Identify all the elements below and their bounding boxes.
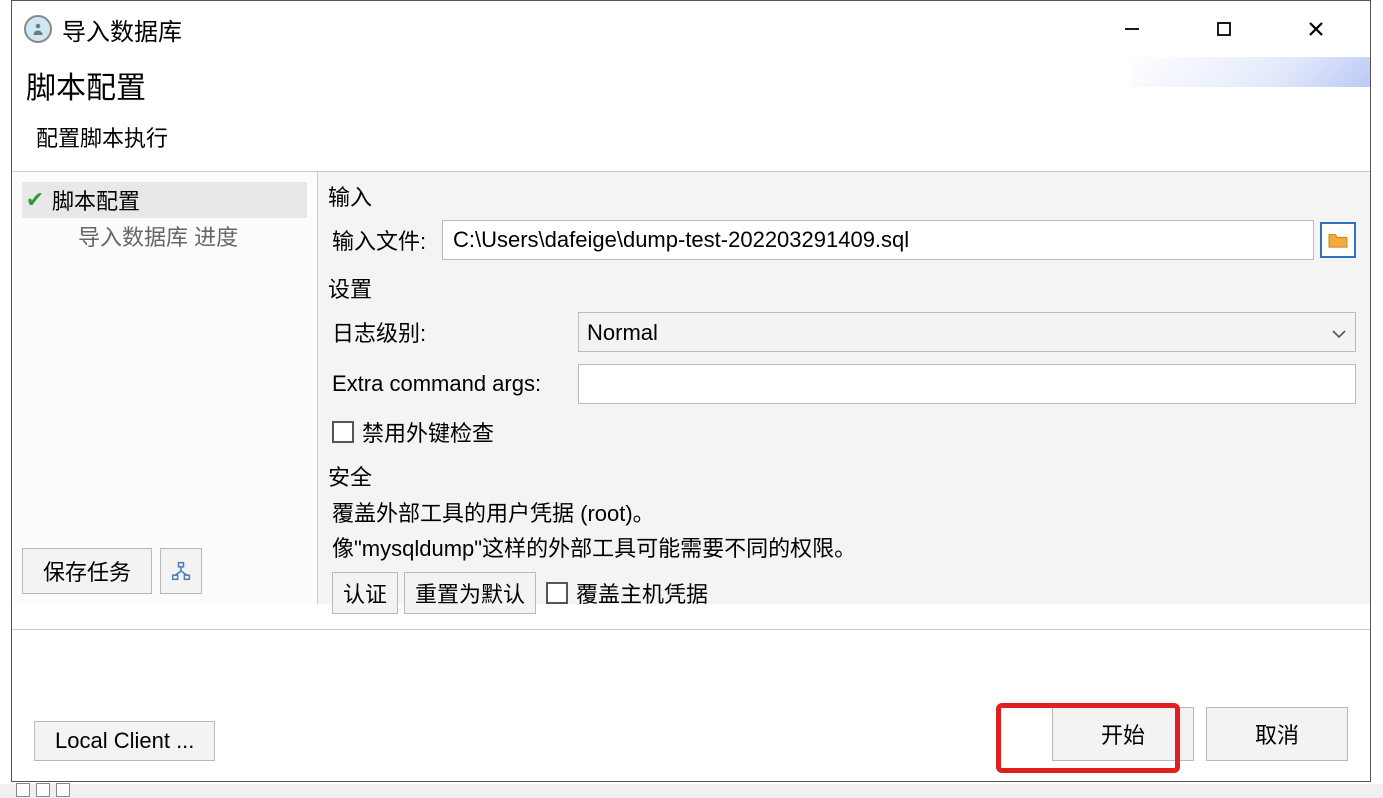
- save-task-label: 保存任务: [43, 555, 131, 587]
- background-strip: [0, 784, 1383, 798]
- config-content: 输入 输入文件: 设置 日志级别: Norma: [318, 172, 1370, 604]
- local-client-label: Local Client ...: [55, 728, 194, 754]
- security-description: 覆盖外部工具的用户凭据 (root)。 像"mysqldump"这样的外部工具可…: [326, 494, 1362, 572]
- sidebar-item-label: 导入数据库 进度: [78, 220, 238, 252]
- input-file-label: 输入文件:: [332, 224, 442, 256]
- titlebar: 导入数据库: [12, 1, 1370, 57]
- window-controls: [1086, 4, 1362, 54]
- dialog-footer: Local Client ... 开始 取消: [12, 629, 1370, 781]
- disable-fk-label: 禁用外键检查: [362, 416, 494, 448]
- folder-icon: [1327, 231, 1349, 249]
- page-title: 脚本配置: [26, 63, 1356, 107]
- save-task-button[interactable]: 保存任务: [22, 548, 152, 594]
- extra-args-field[interactable]: [578, 364, 1356, 404]
- security-line2: 像"mysqldump"这样的外部工具可能需要不同的权限。: [332, 531, 1356, 566]
- page-subtitle: 配置脚本执行: [36, 121, 1356, 153]
- settings-group-title: 设置: [328, 272, 1362, 304]
- log-level-row: 日志级别: Normal: [326, 306, 1362, 358]
- auth-button-label: 认证: [343, 577, 387, 609]
- app-icon: [24, 15, 52, 43]
- sidebar-item-label: 脚本配置: [52, 184, 140, 216]
- window-title: 导入数据库: [62, 12, 182, 47]
- security-line1: 覆盖外部工具的用户凭据 (root)。: [332, 496, 1356, 531]
- flow-icon: [171, 561, 191, 581]
- extra-args-row: Extra command args:: [326, 358, 1362, 410]
- close-button[interactable]: [1270, 4, 1362, 54]
- reset-default-label: 重置为默认: [415, 577, 525, 609]
- sidebar-item-import-progress[interactable]: 导入数据库 进度: [22, 218, 307, 254]
- maximize-button[interactable]: [1178, 4, 1270, 54]
- browse-file-button[interactable]: [1320, 222, 1356, 258]
- security-actions: 认证 重置为默认 覆盖主机凭据: [326, 572, 1362, 622]
- override-host-label: 覆盖主机凭据: [576, 577, 708, 609]
- checkbox-box: [546, 582, 568, 604]
- cancel-button[interactable]: 取消: [1206, 707, 1348, 761]
- input-group-title: 输入: [328, 180, 1362, 212]
- auth-button[interactable]: 认证: [332, 572, 398, 614]
- fk-check-row: 禁用外键检查: [326, 410, 1362, 454]
- start-button[interactable]: 开始: [1052, 707, 1194, 761]
- override-host-checkbox[interactable]: 覆盖主机凭据: [546, 577, 708, 609]
- sidebar-item-script-config[interactable]: ✔ 脚本配置: [22, 182, 307, 218]
- reset-default-button[interactable]: 重置为默认: [404, 572, 536, 614]
- disable-fk-checkbox[interactable]: 禁用外键检查: [332, 416, 494, 448]
- cancel-button-label: 取消: [1255, 718, 1299, 750]
- dialog-body: ✔ 脚本配置 导入数据库 进度 保存任务: [12, 171, 1370, 604]
- extra-args-label: Extra command args:: [332, 371, 578, 397]
- import-dialog: 导入数据库 脚本配置 配置脚本执行: [11, 0, 1371, 782]
- checkbox-box: [332, 421, 354, 443]
- dialog-header: 脚本配置 配置脚本执行: [12, 57, 1370, 171]
- log-level-select[interactable]: Normal: [578, 312, 1356, 352]
- security-group-title: 安全: [328, 460, 1362, 492]
- wizard-sidebar: ✔ 脚本配置 导入数据库 进度 保存任务: [12, 172, 318, 604]
- start-button-label: 开始: [1101, 718, 1145, 750]
- log-level-label: 日志级别:: [332, 316, 578, 348]
- configure-task-button[interactable]: [160, 548, 202, 594]
- minimize-button[interactable]: [1086, 4, 1178, 54]
- input-file-row: 输入文件:: [326, 214, 1362, 266]
- check-icon: ✔: [24, 187, 46, 213]
- input-file-field[interactable]: [442, 220, 1314, 260]
- local-client-button[interactable]: Local Client ...: [34, 721, 215, 761]
